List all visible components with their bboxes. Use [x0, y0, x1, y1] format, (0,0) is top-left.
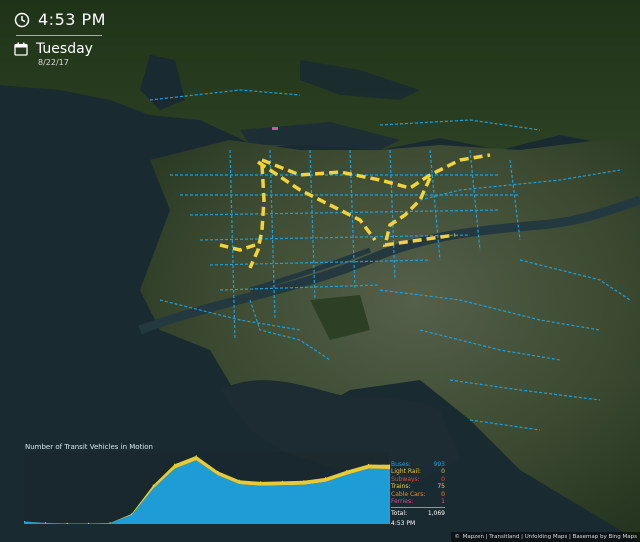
chart-point: [217, 470, 219, 472]
clock-icon: [14, 12, 30, 27]
chart-point: [174, 463, 176, 465]
vehicles-area-chart: [24, 452, 390, 524]
legend-row: Light Rail: 0: [391, 468, 445, 475]
legend-row: Subways: 0: [391, 476, 445, 483]
legend-total-value: 1,069: [427, 510, 445, 518]
chart-point: [109, 522, 111, 524]
legend-value: 0: [441, 475, 445, 483]
chart-point: [88, 522, 90, 524]
legend-value: 0: [441, 490, 445, 498]
chart-point: [367, 463, 370, 466]
legend-label: Ferries:: [391, 498, 414, 506]
chart-point: [195, 455, 197, 457]
current-time: 4:53 PM: [38, 10, 106, 29]
legend-row: Buses: 993: [391, 461, 445, 468]
vehicle-legend: Buses: 993 Light Rail: 0 Subways: 0 Trains: 75 C…: [391, 461, 445, 527]
legend-row: Ferries: 1: [391, 498, 445, 505]
legend-row: Cable Cars: 0: [391, 491, 445, 498]
current-date: 8/22/17: [38, 58, 69, 67]
clock-panel: 4:53 PM Tuesday 8/22/17: [14, 10, 106, 67]
legend-label: Cable Cars:: [391, 490, 426, 498]
clock-divider: [16, 35, 102, 36]
chart-point: [324, 477, 326, 479]
chart-point: [238, 479, 240, 481]
current-day: Tuesday: [36, 41, 93, 57]
copyright-icon: ©: [454, 534, 460, 540]
chart-point: [303, 480, 305, 482]
legend-value: 1: [441, 498, 445, 506]
legend-total-label: Total:: [391, 510, 408, 518]
legend-label: Light Rail:: [391, 468, 421, 476]
legend-time: 4:53 PM: [391, 519, 416, 527]
chart-point: [260, 481, 262, 483]
chart-point: [131, 513, 133, 515]
chart-point: [44, 522, 47, 524]
chart-point: [346, 470, 348, 472]
series-area-buses: [24, 460, 390, 524]
calendar-icon: [14, 42, 28, 56]
legend-value: 0: [441, 468, 445, 476]
chart-title: Number of Transit Vehicles in Motion: [25, 443, 153, 451]
attribution-text: Mapzen | Transitland | Unfolding Maps | …: [462, 534, 637, 540]
legend-label: Buses:: [391, 461, 411, 468]
chart-point: [66, 522, 68, 524]
legend-value: 993: [433, 461, 445, 468]
legend-label: Trains:: [391, 483, 411, 491]
chart-point: [281, 480, 283, 482]
legend-row: Trains: 75: [391, 483, 445, 490]
ferry-marker: [272, 127, 278, 130]
map-attribution[interactable]: © Mapzen | Transitland | Unfolding Maps …: [451, 532, 640, 542]
legend-value: 75: [437, 483, 445, 491]
chart-point: [152, 484, 154, 486]
legend-total-row: Total: 1,069: [391, 507, 445, 517]
legend-label: Subways:: [391, 475, 420, 483]
